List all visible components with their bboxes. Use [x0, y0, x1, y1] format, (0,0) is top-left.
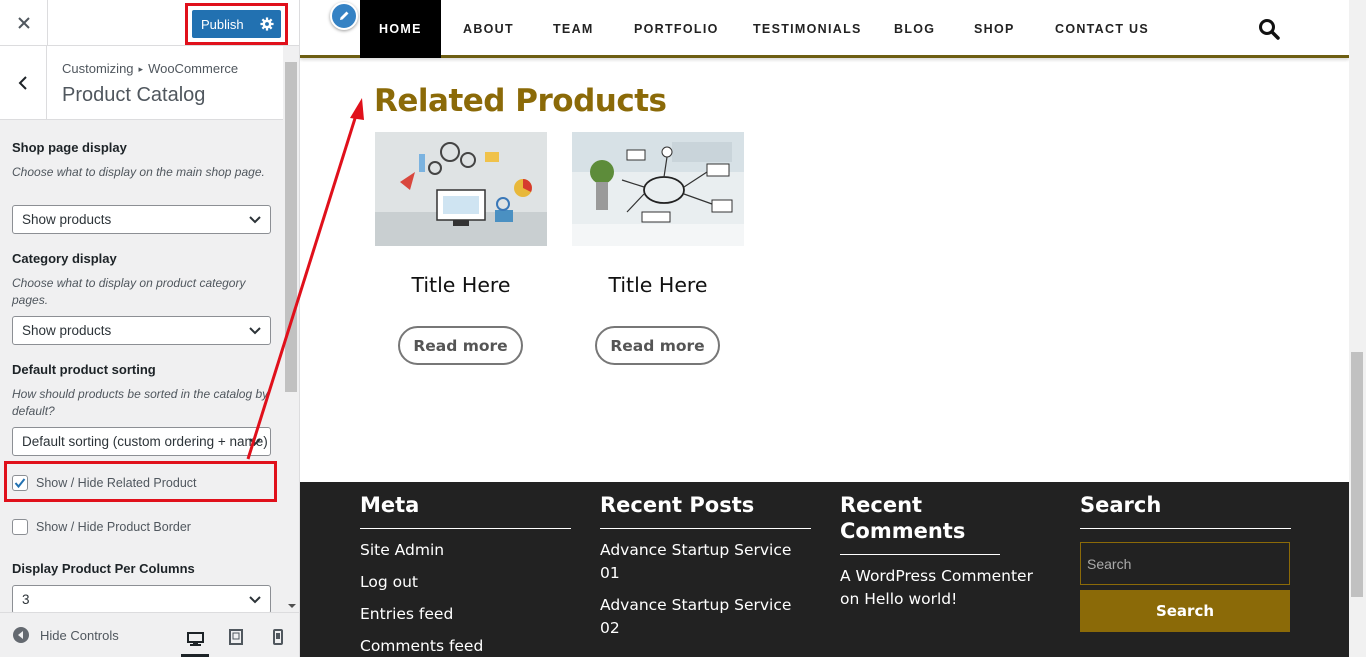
product-title[interactable]: Title Here: [375, 273, 547, 297]
publish-label: Publish: [201, 16, 244, 32]
sidebar-scroll-thumb[interactable]: [285, 62, 297, 392]
product-card: Title Here Read more: [572, 132, 744, 365]
collapse-icon: [13, 627, 29, 643]
customizer-sidebar: Publish Customizing ▸ WooCommerce Product …: [0, 0, 300, 657]
default-sorting-select[interactable]: Default sorting (custom ordering + name): [12, 427, 271, 456]
product-per-columns-value: 3: [22, 592, 30, 607]
product-per-columns-label: Display Product Per Columns: [12, 561, 195, 576]
preview-desktop-button[interactable]: [181, 624, 209, 657]
chevron-down-icon: [249, 596, 261, 604]
customizer-header: Publish: [0, 0, 299, 46]
footer-search-title: Search: [1080, 492, 1291, 529]
nav-item-about[interactable]: ABOUT: [463, 0, 514, 58]
footer-meta-title: Meta: [360, 492, 571, 529]
nav-item-portfolio[interactable]: PORTFOLIO: [634, 0, 719, 58]
footer-post-link[interactable]: Advance Startup Service 02: [600, 594, 811, 640]
chevron-down-icon: [249, 216, 261, 224]
footer-link-log-out[interactable]: Log out: [360, 571, 571, 594]
preview-scroll-thumb[interactable]: [1351, 352, 1363, 597]
close-icon: [17, 17, 30, 29]
nav-item-shop[interactable]: SHOP: [974, 0, 1015, 58]
footer-recent-comments-title: Recent Comments: [840, 492, 1000, 555]
footer-post-link[interactable]: Advance Startup Service 01: [600, 539, 811, 585]
close-customizer-button[interactable]: [0, 0, 48, 46]
default-sorting-description: How should products be sorted in the cat…: [12, 387, 269, 418]
footer-search-input[interactable]: Search: [1080, 542, 1290, 585]
nav-item-home[interactable]: HOME: [360, 0, 441, 58]
breadcrumb: Customizing ▸ WooCommerce: [62, 61, 238, 76]
product-image[interactable]: [375, 132, 547, 246]
product-image[interactable]: [572, 132, 744, 246]
shop-page-display-select[interactable]: Show products: [12, 205, 271, 234]
breadcrumb-parent: WooCommerce: [148, 61, 239, 76]
gear-icon[interactable]: [260, 17, 274, 31]
edit-shortcut-button[interactable]: [330, 2, 358, 30]
show-product-border-checkbox-row[interactable]: Show / Hide Product Border: [12, 519, 191, 535]
default-sorting-value: Default sorting (custom ordering + name): [22, 434, 268, 449]
product-per-columns-select[interactable]: 3: [12, 585, 271, 614]
shop-page-display-description: Choose what to display on the main shop …: [12, 165, 265, 179]
preview-mobile-button[interactable]: [264, 625, 292, 649]
checkmark-icon: [14, 478, 26, 489]
back-button[interactable]: [0, 46, 47, 119]
section-header: Customizing ▸ WooCommerce Product Catalog: [0, 46, 283, 120]
preview-scrollbar[interactable]: [1349, 0, 1366, 657]
show-related-product-checkbox[interactable]: [12, 475, 28, 491]
footer-link-site-admin[interactable]: Site Admin: [360, 539, 571, 562]
preview-tablet-button[interactable]: [222, 625, 250, 649]
web-design-illustration: [375, 132, 547, 246]
footer-search-button[interactable]: Search: [1080, 590, 1290, 632]
hide-controls-label: Hide Controls: [40, 627, 119, 643]
show-related-product-label: Show / Hide Related Product: [36, 476, 197, 490]
footer-meta-widget: Meta Site Admin Log out Entries feed Com…: [360, 492, 571, 657]
footer-search-widget: Search Search Search: [1080, 492, 1291, 632]
footer-recent-comments-widget: Recent Comments A WordPress Commenter on…: [840, 492, 1051, 611]
breadcrumb-separator: ▸: [138, 64, 144, 74]
sidebar-scrollbar[interactable]: [283, 46, 299, 612]
publish-button[interactable]: Publish: [192, 10, 281, 38]
footer-link-entries-feed[interactable]: Entries feed: [360, 603, 571, 626]
footer-comment-link[interactable]: A WordPress Commenter on Hello world!: [840, 565, 1040, 611]
nav-item-testimonials[interactable]: TESTIMONIALS: [753, 0, 862, 58]
breadcrumb-root: Customizing: [62, 61, 134, 76]
default-sorting-label: Default product sorting: [12, 362, 156, 377]
product-title[interactable]: Title Here: [572, 273, 744, 297]
chevron-down-icon: [249, 327, 261, 335]
show-product-border-checkbox[interactable]: [12, 519, 28, 535]
related-products-title: Related Products: [374, 83, 667, 119]
category-display-label: Category display: [12, 251, 117, 266]
site-footer: Meta Site Admin Log out Entries feed Com…: [300, 482, 1349, 657]
shop-page-display-value: Show products: [22, 212, 112, 227]
chevron-left-icon: [18, 75, 27, 90]
chevron-down-icon: [249, 438, 261, 446]
scroll-down-arrow-icon[interactable]: [288, 604, 296, 608]
nav-item-team[interactable]: TEAM: [553, 0, 594, 58]
category-display-description: Choose what to display on product catego…: [12, 276, 246, 307]
nav-item-blog[interactable]: BLOG: [894, 0, 935, 58]
category-display-value: Show products: [22, 323, 112, 338]
show-related-product-checkbox-row[interactable]: Show / Hide Related Product: [12, 475, 197, 491]
read-more-button[interactable]: Read more: [595, 326, 720, 365]
section-title: Product Catalog: [62, 84, 206, 106]
main-navigation: HOME ABOUT TEAM PORTFOLIO TESTIMONIALS B…: [300, 0, 1349, 58]
hide-controls-button[interactable]: Hide Controls: [13, 627, 119, 643]
customizer-footer: Hide Controls: [0, 612, 299, 657]
footer-recent-posts-widget: Recent Posts Advance Startup Service 01 …: [600, 492, 811, 640]
product-card: Title Here Read more: [375, 132, 547, 365]
desktop-icon: [186, 631, 204, 646]
shop-page-display-label: Shop page display: [12, 140, 127, 155]
tablet-icon: [229, 629, 243, 645]
search-icon[interactable]: [1258, 18, 1280, 40]
publish-highlight: Publish: [185, 3, 288, 45]
read-more-button[interactable]: Read more: [398, 326, 523, 365]
pencil-icon: [340, 11, 349, 20]
category-display-select[interactable]: Show products: [12, 316, 271, 345]
web-design-sketch-illustration: [572, 132, 744, 246]
show-product-border-label: Show / Hide Product Border: [36, 520, 191, 534]
nav-item-contact-us[interactable]: CONTACT US: [1055, 0, 1149, 58]
footer-link-comments-feed[interactable]: Comments feed: [360, 635, 571, 657]
footer-recent-posts-title: Recent Posts: [600, 492, 811, 529]
mobile-icon: [273, 629, 283, 645]
site-preview: HOME ABOUT TEAM PORTFOLIO TESTIMONIALS B…: [300, 0, 1349, 657]
